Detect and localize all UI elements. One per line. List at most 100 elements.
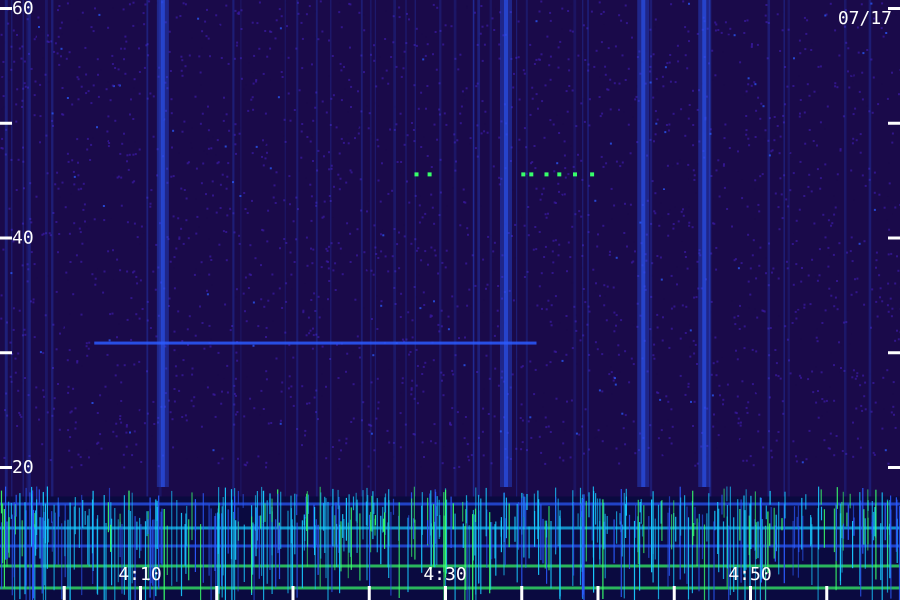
noise-speck (486, 283, 489, 286)
noise-spike (680, 497, 682, 536)
noise-spike (588, 492, 590, 518)
faint-striation (330, 0, 332, 497)
noise-speck (289, 119, 292, 122)
noise-speck (343, 65, 345, 68)
noise-speck (376, 328, 379, 330)
noise-speck (292, 404, 295, 407)
noise-speck (747, 137, 750, 140)
noise-speck (749, 267, 752, 270)
noise-speck (48, 232, 51, 235)
noise-spike (633, 520, 636, 600)
noise-speck (665, 124, 668, 126)
noise-speck (603, 284, 606, 287)
noise-speck (16, 88, 19, 91)
noise-speck (399, 112, 402, 115)
noise-speck (667, 213, 670, 216)
noise-speck (668, 209, 671, 211)
noise-speck (520, 217, 523, 220)
noise-speck (838, 242, 841, 245)
noise-speck (349, 261, 352, 263)
noise-speck (202, 150, 205, 153)
x-tick (672, 586, 676, 600)
noise-speck (425, 107, 427, 110)
noise-speck (186, 328, 189, 331)
noise-spike (188, 519, 190, 581)
noise-speck (456, 411, 459, 414)
noise-speck (829, 2, 832, 5)
noise-speck (340, 137, 343, 140)
noise-speck (42, 57, 44, 60)
noise-speck (777, 375, 780, 378)
noise-speck (601, 440, 604, 443)
noise-speck (519, 417, 522, 419)
noise-speck (420, 91, 423, 94)
noise-speck (433, 249, 436, 252)
noise-speck (629, 203, 632, 206)
noise-speck (185, 458, 188, 461)
faint-striation (587, 0, 589, 497)
noise-speck (321, 216, 324, 219)
noise-spike (108, 487, 111, 531)
noise-speck (555, 397, 558, 400)
noise-speck (88, 341, 91, 344)
noise-speck (168, 30, 171, 33)
noise-speck (466, 227, 469, 230)
noise-speck (66, 2, 69, 5)
noise-speck (457, 68, 460, 71)
noise-spike (887, 501, 889, 567)
dot-signal (414, 172, 419, 177)
y-tick-left (0, 466, 12, 469)
noise-speck (523, 72, 526, 75)
noise-speck (877, 103, 880, 106)
noise-speck (365, 104, 368, 107)
noise-speck (724, 123, 727, 126)
noise-speck (798, 39, 801, 42)
noise-speck (260, 264, 262, 267)
noise-speck (321, 373, 323, 376)
noise-speck (566, 400, 568, 403)
noise-speck (356, 254, 358, 257)
noise-speck (456, 139, 459, 142)
noise-speck (132, 153, 135, 156)
noise-speck (66, 97, 69, 99)
x-tick (444, 586, 447, 600)
noise-spike (526, 494, 528, 510)
noise-speck (20, 415, 23, 418)
noise-speck (557, 398, 560, 401)
noise-speck (363, 307, 366, 310)
date-label: 07/17 (838, 8, 892, 29)
noise-speck (77, 453, 80, 456)
noise-speck (275, 19, 278, 22)
noise-speck (47, 81, 50, 84)
noise-speck (892, 405, 895, 408)
noise-speck (120, 47, 123, 50)
noise-speck (895, 134, 898, 136)
noise-speck (748, 347, 751, 350)
noise-speck (630, 357, 633, 360)
noise-speck (821, 322, 824, 324)
noise-speck (17, 399, 20, 402)
noise-speck (745, 459, 748, 462)
noise-speck (305, 13, 308, 16)
noise-speck (714, 336, 717, 339)
noise-speck (92, 30, 95, 33)
noise-speck (36, 276, 39, 279)
noise-speck (122, 8, 125, 11)
noise-speck (42, 389, 45, 392)
noise-speck (596, 348, 599, 351)
noise-speck (696, 260, 699, 263)
noise-speck (737, 315, 740, 317)
noise-speck (552, 261, 555, 264)
noise-spike (327, 501, 329, 600)
noise-speck (833, 454, 836, 457)
noise-speck (321, 100, 324, 103)
noise-speck (268, 244, 271, 247)
noise-speck (894, 339, 897, 342)
noise-speck (832, 253, 835, 256)
noise-speck (339, 177, 342, 180)
noise-speck (594, 289, 597, 292)
noise-speck (466, 6, 468, 9)
noise-speck (816, 168, 819, 171)
noise-speck (80, 187, 83, 190)
noise-speck (260, 298, 263, 301)
